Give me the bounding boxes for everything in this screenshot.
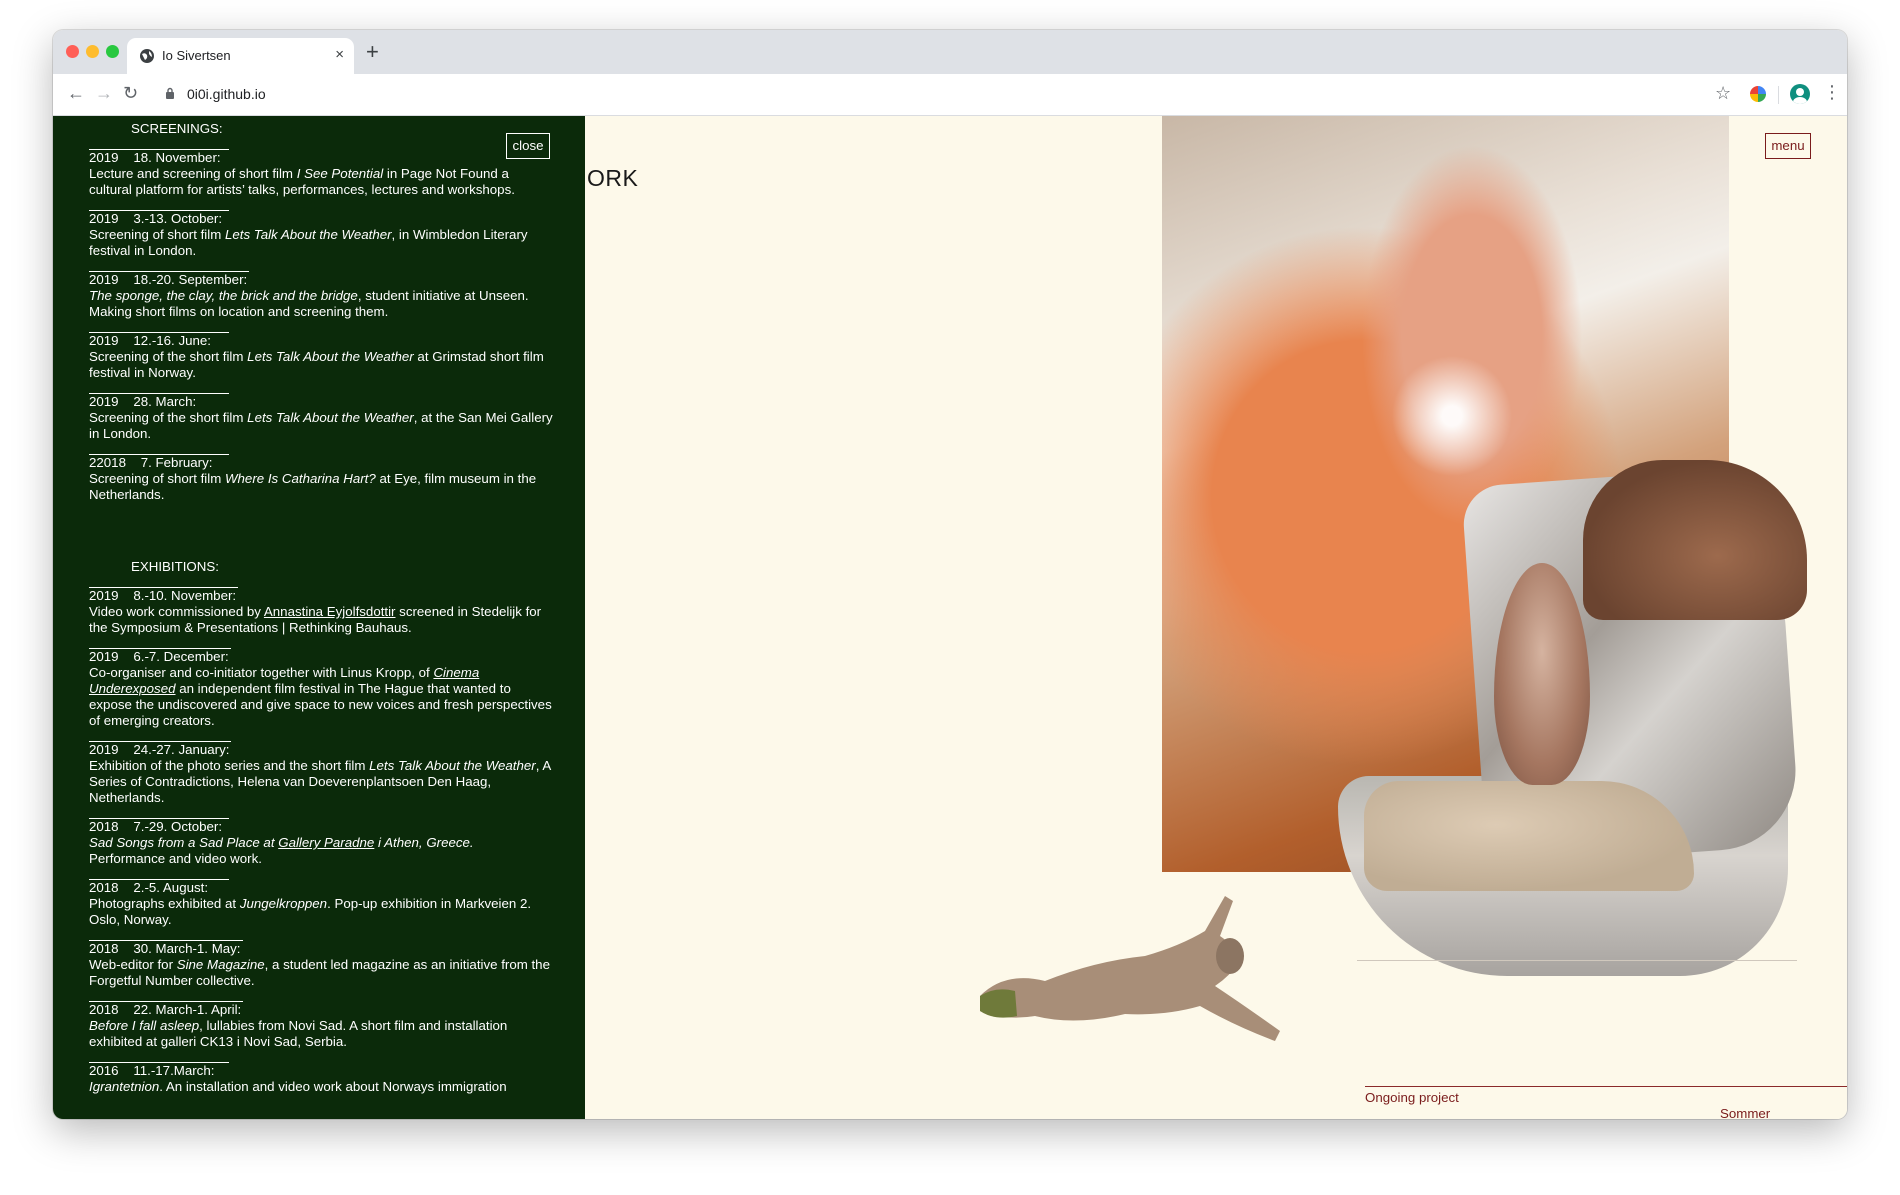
- screening-entry-date: 2019 18.-20. September:: [89, 271, 250, 287]
- screening-entry-description: The sponge, the clay, the brick and the …: [89, 288, 529, 319]
- divider-line: [1357, 960, 1797, 961]
- exhibition-entry-description: Sad Songs from a Sad Place at Gallery Pa…: [89, 835, 474, 866]
- page-viewport: ORK menu Ongoing project Sommer close SC…: [53, 116, 1847, 1119]
- exhibition-entry-date: 2018 22. March-1. April:: [89, 1001, 244, 1017]
- exhibition-entry-date: 2018 2.-5. August:: [89, 879, 229, 896]
- exhibition-entry: 2019 24.-27. January: Exhibition of the p…: [89, 741, 553, 806]
- exhibition-entry-date: 2016 11.-17.March:: [89, 1062, 229, 1079]
- browser-tab[interactable]: Io Sivertsen ×: [127, 38, 354, 74]
- screenings-list: 2019 18. November: Lecture and screening …: [53, 149, 585, 503]
- exhibition-entry-date: 2018 30. March-1. May:: [89, 940, 243, 956]
- collage-arm-image: [1583, 460, 1807, 620]
- exhibition-entry: 2018 30. March-1. May: Web-editor for Sin…: [89, 940, 553, 989]
- collage-sand-image: [1364, 781, 1694, 891]
- minimize-window-button[interactable]: [86, 45, 99, 58]
- browser-toolbar: ← → ↻ 0i0i.github.io ☆ ⋮: [53, 74, 1847, 116]
- forward-icon[interactable]: →: [95, 83, 113, 104]
- exhibition-entry: 2018 2.-5. August: Photographs exhibited …: [89, 879, 553, 928]
- exhibition-entry-description: Igrantetnion. An installation and video …: [89, 1079, 507, 1094]
- address-bar[interactable]: 0i0i.github.io: [187, 86, 266, 102]
- exhibition-entry-description: Video work commissioned by Annastina Eyj…: [89, 604, 542, 635]
- exhibition-entry: 2019 8.-10. November: Video work commissi…: [89, 587, 553, 636]
- tab-title: Io Sivertsen: [162, 48, 231, 63]
- screening-entry-description: Screening of short film Lets Talk About …: [89, 227, 528, 258]
- exhibition-entry-description: Co-organiser and co-initiator together w…: [89, 665, 552, 728]
- screening-entry-date: 2019 12.-16. June:: [89, 332, 229, 349]
- screening-entry: 2019 3.-13. October: Screening of short f…: [89, 210, 553, 259]
- screening-entry: 22018 7. February: Screening of short fil…: [89, 454, 553, 503]
- browser-window: Io Sivertsen × + ← → ↻ 0i0i.github.io ☆ …: [53, 30, 1847, 1119]
- exhibition-entry-date: 2018 7.-29. October:: [89, 818, 229, 835]
- exhibition-entry-date: 2019 6.-7. December:: [89, 648, 231, 664]
- screening-entry: 2019 12.-16. June: Screening of the short…: [89, 332, 553, 381]
- screening-entry-description: Lecture and screening of short film I Se…: [89, 166, 515, 197]
- cv-side-panel: close SCREENINGS: 2019 18. November: Lect…: [53, 116, 585, 1119]
- screening-entry-date: 2019 18. November:: [89, 149, 229, 166]
- exhibition-entry-description: Photographs exhibited at Jungelkroppen. …: [89, 896, 532, 927]
- close-button[interactable]: close: [506, 133, 550, 159]
- exhibition-entry-description: Web-editor for Sine Magazine, a student …: [89, 957, 550, 988]
- page-heading: ORK: [587, 165, 639, 191]
- exhibition-entry-link[interactable]: Annastina Eyjolfsdottir: [264, 604, 396, 619]
- reload-icon[interactable]: ↻: [123, 83, 138, 104]
- exhibition-entry: 2019 6.-7. December: Co-organiser and co-…: [89, 648, 553, 729]
- collage-figure-image: [980, 896, 1280, 1041]
- profile-avatar-icon[interactable]: [1790, 84, 1810, 104]
- exhibition-entry-date: 2019 24.-27. January:: [89, 741, 232, 757]
- project-divider: [1365, 1086, 1847, 1087]
- lock-icon: [166, 87, 174, 99]
- browser-menu-icon[interactable]: ⋮: [1823, 82, 1841, 103]
- toolbar-divider: [1778, 86, 1779, 104]
- screening-entry-date: 22018 7. February:: [89, 454, 229, 471]
- tab-close-icon[interactable]: ×: [335, 46, 344, 63]
- new-tab-button[interactable]: +: [366, 39, 379, 65]
- zoom-window-button[interactable]: [106, 45, 119, 58]
- extension-icon[interactable]: [1750, 86, 1766, 102]
- screening-entry-date: 2019 28. March:: [89, 393, 229, 410]
- globe-icon: [140, 49, 154, 63]
- screening-entry-description: Screening of the short film Lets Talk Ab…: [89, 410, 553, 441]
- exhibition-entry-description: Exhibition of the photo series and the s…: [89, 758, 551, 805]
- screening-entry-date: 2019 3.-13. October:: [89, 210, 229, 227]
- sommer-project-link[interactable]: Sommer: [1720, 1106, 1770, 1119]
- screening-entry: 2019 18.-20. September: The sponge, the c…: [89, 271, 553, 320]
- ongoing-project-link[interactable]: Ongoing project: [1365, 1090, 1459, 1105]
- screening-entry: 2019 28. March: Screening of the short fi…: [89, 393, 553, 442]
- screening-entry-description: Screening of short film Where Is Cathari…: [89, 471, 537, 502]
- exhibition-entry-link[interactable]: Cinema Underexposed: [89, 665, 479, 696]
- exhibitions-list: 2019 8.-10. November: Video work commissi…: [53, 587, 585, 1095]
- close-window-button[interactable]: [66, 45, 79, 58]
- exhibition-entry: 2018 7.-29. October: Sad Songs from a Sad…: [89, 818, 553, 867]
- screening-entry: 2019 18. November: Lecture and screening …: [89, 149, 553, 198]
- exhibition-entry-date: 2019 8.-10. November:: [89, 587, 239, 603]
- exhibitions-heading: EXHIBITIONS:: [131, 559, 219, 574]
- back-icon[interactable]: ←: [67, 83, 85, 104]
- screening-entry-description: Screening of the short film Lets Talk Ab…: [89, 349, 544, 380]
- bookmark-star-icon[interactable]: ☆: [1715, 83, 1731, 104]
- exhibition-entry-link[interactable]: Gallery Paradne: [278, 835, 374, 850]
- exhibition-entry: 2018 22. March-1. April: Before I fall as…: [89, 1001, 553, 1050]
- tab-bar: Io Sivertsen × +: [53, 30, 1847, 74]
- exhibition-entry: 2016 11.-17.March: Igrantetnion. An insta…: [89, 1062, 553, 1095]
- menu-button[interactable]: menu: [1765, 133, 1811, 159]
- exhibition-entry-description: Before I fall asleep, lullabies from Nov…: [89, 1018, 508, 1049]
